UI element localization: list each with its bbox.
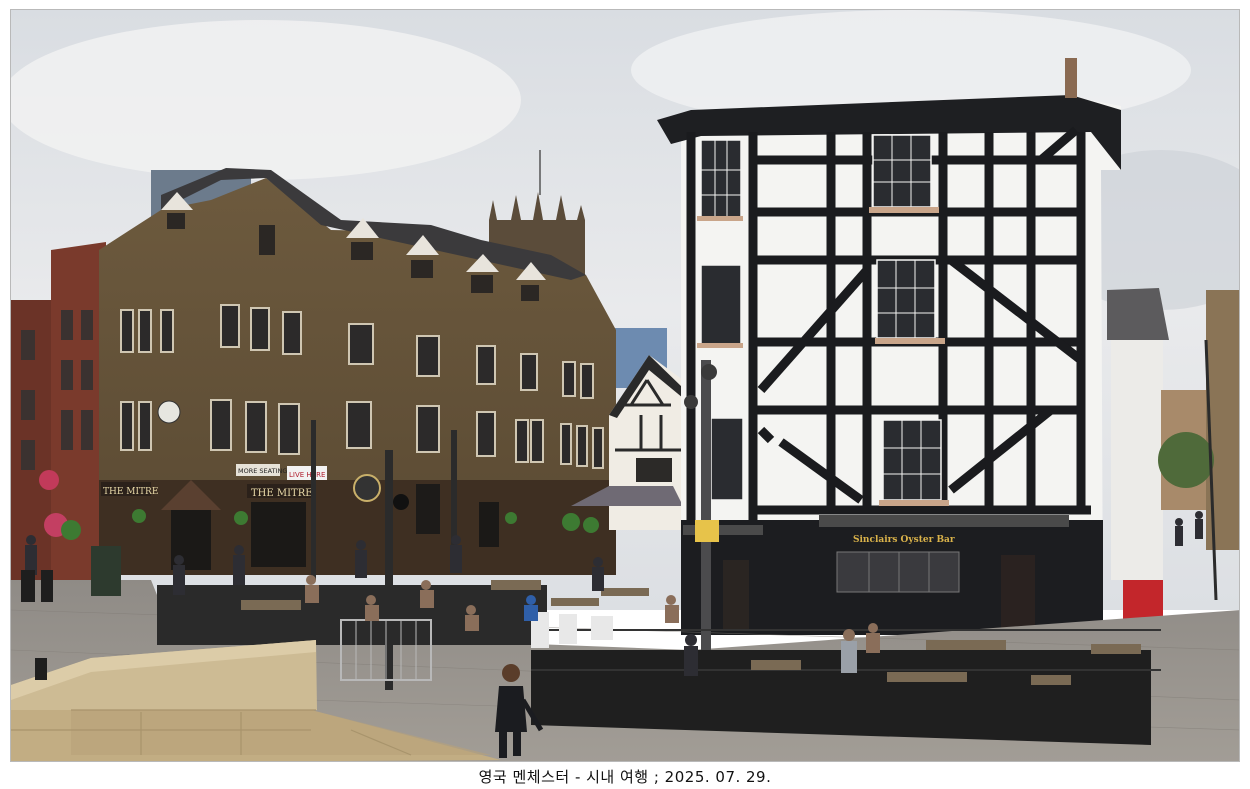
more-seating-sign: MORE SEATING [238, 467, 287, 475]
photo-caption: 영국 멘체스터 - 시내 여행 ; 2025. 07. 29. [478, 768, 772, 786]
live-here-sign: LIVE HERE [289, 471, 325, 479]
manchester-street-photo: THE MITRE THE MITRE MORE SEATING LIVE HE… [11, 10, 1239, 761]
the-mitre-sign-left: THE MITRE [103, 487, 158, 497]
photo-frame: THE MITRE THE MITRE MORE SEATING LIVE HE… [10, 9, 1240, 762]
sinclairs-oyster-bar-building: Sinclairs Oyster Bar [657, 58, 1163, 635]
the-mitre-sign: THE MITRE [251, 488, 313, 499]
sinclairs-oyster-bar-sign: Sinclairs Oyster Bar [853, 535, 955, 545]
